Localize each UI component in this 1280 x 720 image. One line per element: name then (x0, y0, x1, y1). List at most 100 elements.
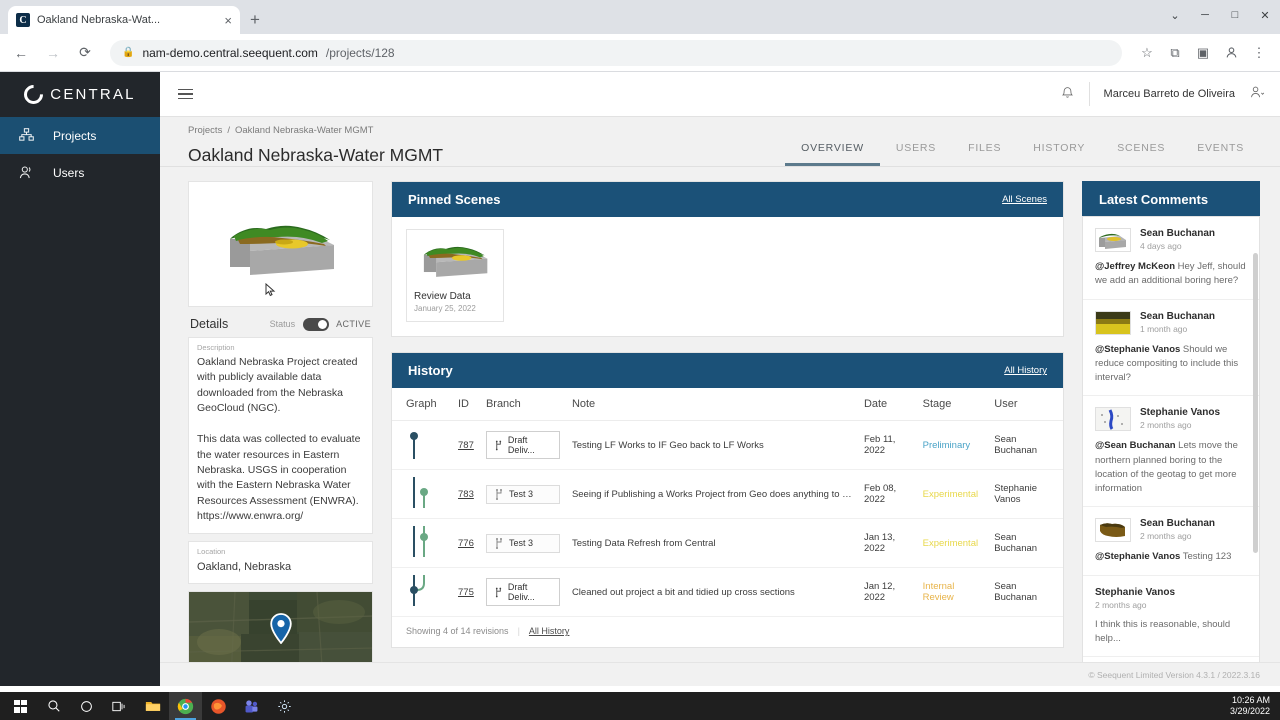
all-history-footer-link[interactable]: All History (529, 626, 570, 636)
status-value: ACTIVE (336, 319, 371, 329)
menu-icon[interactable] (174, 85, 197, 104)
brand-logo[interactable]: CENTRAL (0, 72, 160, 117)
comment-author-block: Sean Buchanan 2 months ago (1140, 518, 1215, 541)
start-icon[interactable] (4, 692, 37, 720)
address-bar[interactable]: 🔒 nam-demo.central.seequent.com/projects… (110, 39, 1122, 66)
scene-thumb-yellow-icon (1096, 311, 1130, 334)
all-history-link[interactable]: All History (1004, 365, 1047, 376)
comment-mention[interactable]: @Stephanie Vanos (1095, 344, 1180, 355)
reload-icon[interactable]: ⟳ (72, 40, 98, 66)
tab-scenes[interactable]: SCENES (1101, 136, 1181, 166)
note-text: Seeing if Publishing a Works Project fro… (571, 488, 852, 500)
comments-panel[interactable]: Sean Buchanan 4 days ago @Jeffrey McKeon… (1082, 216, 1260, 686)
task-view-icon[interactable] (103, 692, 136, 720)
comment-body: @Stephanie Vanos Should we reduce compos… (1095, 343, 1247, 386)
profile-icon[interactable] (1218, 40, 1244, 66)
revision-id-link[interactable]: 775 (458, 587, 474, 598)
comment-item[interactable]: Sean Buchanan 2 months ago @Stephanie Va… (1083, 507, 1259, 576)
table-row[interactable]: 783 Test 3 Seeing if Publishing a Works … (392, 469, 1063, 519)
revision-id-link[interactable]: 776 (458, 538, 474, 549)
comment-mention[interactable]: @Jeffrey McKeon (1095, 261, 1175, 272)
pinned-scenes-body: Review Data January 25, 2022 (392, 217, 1063, 336)
chevron-down-icon[interactable]: ⌄ (1160, 0, 1190, 30)
maximize-button[interactable]: □ (1220, 0, 1250, 30)
comment-item[interactable]: Stephanie Vanos 2 months ago I think thi… (1083, 576, 1259, 657)
browser-toolbar: ← → ⟳ 🔒 nam-demo.central.seequent.com/pr… (0, 34, 1280, 72)
stage-cell: Internal Review (916, 567, 989, 617)
location-field: Location Oakland, Nebraska (188, 540, 373, 584)
browser-tab[interactable]: C Oakland Nebraska-Wat... × (8, 6, 240, 34)
scene-date: January 25, 2022 (414, 304, 476, 313)
comment-item[interactable]: Stephanie Vanos 2 months ago @Sean Bucha… (1083, 396, 1259, 508)
revision-id[interactable]: 783 (452, 469, 480, 519)
bookmark-star-icon[interactable]: ☆ (1134, 40, 1160, 66)
revision-id[interactable]: 775 (452, 567, 480, 617)
breadcrumb-projects[interactable]: Projects (188, 125, 222, 136)
pinned-scenes-panel: Pinned Scenes All Scenes Review Data Jan… (391, 181, 1064, 337)
scene-thumbnail (407, 230, 503, 286)
page-title: Oakland Nebraska-Water MGMT (188, 145, 444, 165)
location-label: Location (197, 546, 226, 556)
divider (1088, 82, 1090, 106)
comment-avatar (1095, 518, 1131, 543)
comment-mention[interactable]: @Sean Buchanan (1095, 440, 1176, 451)
teams-icon[interactable] (235, 692, 268, 720)
window-controls: ⌄ ─ □ ✕ (1160, 0, 1280, 30)
tab-files[interactable]: FILES (952, 136, 1017, 166)
comment-time: 1 month ago (1140, 323, 1188, 334)
status-toggle[interactable] (303, 317, 330, 331)
main-area: Marceu Barreto de Oliveira Projects / Oa… (160, 72, 1280, 686)
branch-chip[interactable]: Test 3 (485, 533, 560, 553)
table-row[interactable]: 787 Draft Deliv... Testing LF Works to I… (392, 420, 1063, 470)
project-thumbnail-card[interactable] (188, 181, 373, 307)
tab-overview[interactable]: OVERVIEW (785, 136, 880, 166)
split-screen-icon[interactable]: ▣ (1190, 40, 1216, 66)
close-icon[interactable]: × (224, 14, 232, 27)
all-scenes-link[interactable]: All Scenes (1002, 194, 1047, 205)
description-field: Description Oakland Nebraska Project cre… (188, 337, 373, 534)
table-row[interactable]: 776 Test 3 Testing Data Refresh from Cen… (392, 518, 1063, 568)
search-icon[interactable] (37, 692, 70, 720)
file-explorer-icon[interactable] (136, 692, 169, 720)
minimize-button[interactable]: ─ (1190, 0, 1220, 30)
branch-icon (495, 537, 502, 549)
cortana-icon[interactable] (70, 692, 103, 720)
comment-mention[interactable]: @Stephanie Vanos (1095, 551, 1180, 562)
window-close-button[interactable]: ✕ (1250, 0, 1280, 30)
branch-chip[interactable]: Test 3 (485, 484, 560, 504)
revision-id[interactable]: 787 (452, 420, 480, 470)
scene-name: Review Data (414, 291, 471, 302)
stage-cell: Preliminary (916, 420, 989, 470)
branch-name: Test 3 (508, 489, 533, 499)
new-tab-button[interactable]: + (250, 10, 260, 30)
branch-chip[interactable]: Draft Deliv... (485, 431, 560, 459)
scene-card[interactable]: Review Data January 25, 2022 (406, 229, 504, 322)
sidebar-item-users[interactable]: Users (0, 154, 160, 191)
back-icon[interactable]: ← (8, 40, 34, 66)
extensions-icon[interactable]: ⧉ (1162, 40, 1188, 66)
browser-menu-icon[interactable]: ⋮ (1246, 40, 1272, 66)
column-stage: Stage (916, 388, 989, 421)
user-avatar-icon[interactable] (1249, 85, 1266, 103)
column-graph: Graph (392, 388, 452, 421)
tab-users[interactable]: USERS (880, 136, 952, 166)
revision-id-link[interactable]: 787 (458, 440, 474, 451)
firefox-icon[interactable] (202, 692, 235, 720)
chrome-icon[interactable] (169, 692, 202, 720)
comment-item[interactable]: Sean Buchanan 1 month ago @Stephanie Van… (1083, 300, 1259, 397)
notifications-bell-icon[interactable] (1060, 85, 1075, 103)
settings-icon[interactable] (268, 692, 301, 720)
comment-item[interactable]: Sean Buchanan 4 days ago @Jeffrey McKeon… (1083, 217, 1259, 300)
column-user: User (988, 388, 1063, 421)
comments-scrollbar[interactable] (1253, 253, 1258, 553)
sidebar-item-projects[interactable]: Projects (0, 117, 160, 154)
tab-history[interactable]: HISTORY (1017, 136, 1101, 166)
forward-icon[interactable]: → (40, 40, 66, 66)
map-pin-icon (269, 613, 293, 649)
revision-id[interactable]: 776 (452, 518, 480, 568)
tab-events[interactable]: EVENTS (1181, 136, 1260, 166)
branch-chip[interactable]: Draft Deliv... (485, 578, 560, 606)
revision-id-link[interactable]: 783 (458, 489, 474, 500)
taskbar-clock[interactable]: 10:26 AM 3/29/2022 (1230, 695, 1280, 718)
table-row[interactable]: 775 Draft Deliv... Cleaned out project a… (392, 567, 1063, 617)
